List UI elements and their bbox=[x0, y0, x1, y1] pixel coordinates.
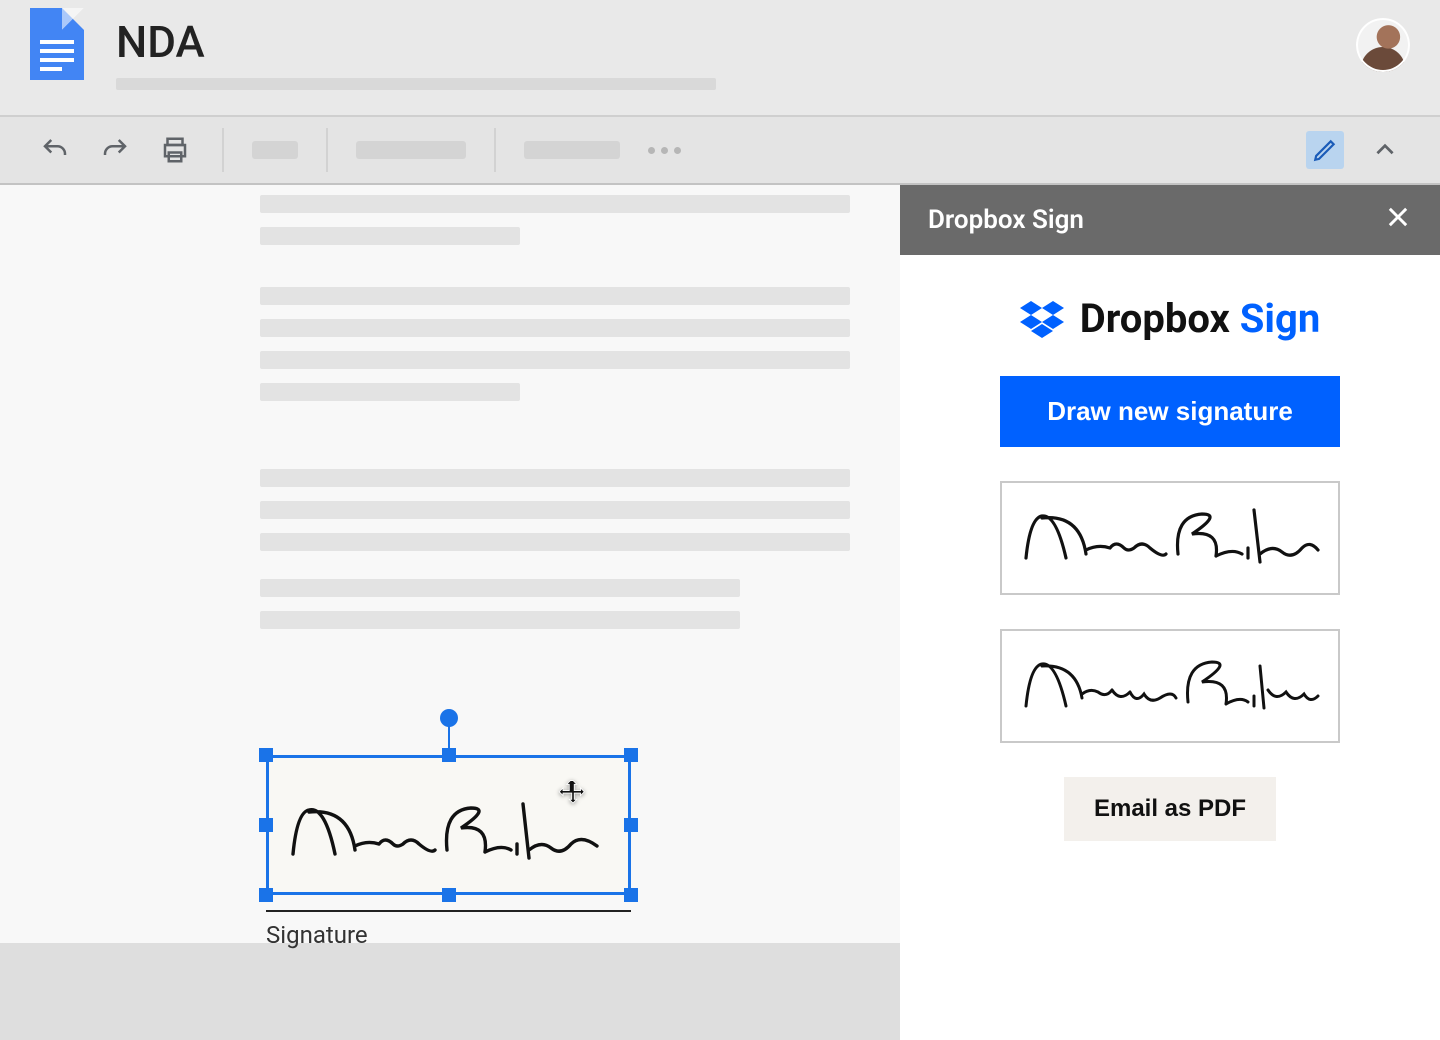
redo-icon bbox=[100, 135, 130, 165]
resize-handle-nw[interactable] bbox=[259, 748, 273, 762]
resize-handle-w[interactable] bbox=[259, 818, 273, 832]
signature-selection[interactable] bbox=[266, 755, 631, 895]
close-panel-button[interactable] bbox=[1384, 203, 1412, 238]
toolbar-separator bbox=[494, 128, 496, 172]
resize-handle-ne[interactable] bbox=[624, 748, 638, 762]
email-as-pdf-button[interactable]: Email as PDF bbox=[1064, 777, 1276, 841]
resize-handle-s[interactable] bbox=[442, 888, 456, 902]
toolbar-separator bbox=[326, 128, 328, 172]
document-title[interactable]: NDA bbox=[116, 16, 1410, 68]
toolbar-overflow[interactable] bbox=[648, 147, 681, 154]
draw-new-signature-button[interactable]: Draw new signature bbox=[1000, 376, 1340, 447]
undo-button[interactable] bbox=[36, 131, 74, 169]
resize-handle-se[interactable] bbox=[624, 888, 638, 902]
toolbar-separator bbox=[222, 128, 224, 172]
move-cursor-icon bbox=[558, 778, 588, 808]
docs-file-icon[interactable] bbox=[30, 8, 84, 80]
print-icon bbox=[160, 135, 190, 165]
toolbar bbox=[0, 115, 1440, 185]
brand-word-2: Sign bbox=[1240, 295, 1321, 342]
resize-handle-e[interactable] bbox=[624, 818, 638, 832]
toolbar-ghost-2 bbox=[356, 141, 466, 159]
document-canvas[interactable]: Signature bbox=[0, 185, 900, 1040]
print-button[interactable] bbox=[156, 131, 194, 169]
signature-image[interactable] bbox=[266, 755, 631, 895]
dropbox-sign-panel: Dropbox Sign Dropbox Sign Draw new signa… bbox=[900, 185, 1440, 1040]
close-icon bbox=[1384, 203, 1412, 231]
menubar-placeholder bbox=[116, 78, 716, 90]
signature-glyph-icon bbox=[285, 794, 605, 870]
dropbox-sign-brand: Dropbox Sign bbox=[1020, 295, 1321, 342]
saved-signature-1[interactable] bbox=[1000, 481, 1340, 595]
rotate-handle[interactable] bbox=[440, 709, 458, 727]
dropbox-logo-icon bbox=[1020, 297, 1064, 341]
brand-word-1: Dropbox bbox=[1080, 295, 1230, 342]
chevron-up-icon bbox=[1372, 137, 1398, 163]
pencil-icon bbox=[1312, 137, 1338, 163]
redo-button[interactable] bbox=[96, 131, 134, 169]
collapse-panel-button[interactable] bbox=[1366, 131, 1404, 169]
resize-handle-n[interactable] bbox=[442, 748, 456, 762]
signature-underline bbox=[266, 910, 631, 912]
saved-signature-2[interactable] bbox=[1000, 629, 1340, 743]
undo-icon bbox=[40, 135, 70, 165]
signature-glyph-icon bbox=[1020, 506, 1320, 570]
toolbar-ghost-3 bbox=[524, 141, 620, 159]
editing-mode-button[interactable] bbox=[1306, 131, 1344, 169]
resize-handle-sw[interactable] bbox=[259, 888, 273, 902]
signature-field-label: Signature bbox=[266, 921, 368, 949]
signature-glyph-icon bbox=[1020, 654, 1320, 718]
account-avatar[interactable] bbox=[1356, 18, 1410, 72]
panel-header: Dropbox Sign bbox=[900, 185, 1440, 255]
app-header: NDA bbox=[0, 0, 1440, 115]
panel-title: Dropbox Sign bbox=[928, 205, 1084, 235]
toolbar-ghost-1 bbox=[252, 141, 298, 159]
